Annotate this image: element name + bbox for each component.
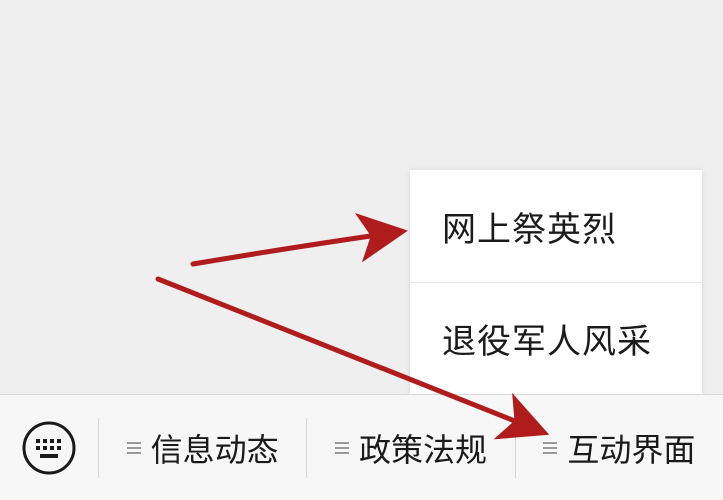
submenu-item-label: 退役军人风采: [442, 322, 652, 362]
submenu-item-online-tribute[interactable]: 网上祭英烈: [410, 170, 702, 282]
menu-tab-label: 互动界面: [567, 431, 696, 469]
bottom-menu-bar: 信息动态 政策法规 互动界面: [0, 394, 723, 500]
menu-tab-interaction[interactable]: 互动界面: [516, 395, 723, 500]
menu-lines-icon: [334, 442, 349, 454]
menu-tab-label: 信息动态: [150, 431, 279, 469]
chat-screen: 网上祭英烈 退役军人风采 信息动态 政策法规 互动界面: [0, 0, 723, 500]
submenu-item-veterans-showcase[interactable]: 退役军人风采: [410, 282, 702, 394]
menu-tab-news[interactable]: 信息动态: [99, 395, 306, 500]
menu-tab-policies[interactable]: 政策法规: [307, 395, 514, 500]
keyboard-icon: [22, 421, 76, 475]
menu-tab-label: 政策法规: [358, 431, 487, 469]
submenu-popup: 网上祭英烈 退役军人风采: [410, 170, 702, 394]
menu-lines-icon: [543, 442, 558, 454]
keyboard-toggle-button[interactable]: [0, 395, 98, 500]
annotation-arrow-upper: [190, 212, 408, 267]
submenu-item-label: 网上祭英烈: [442, 209, 617, 250]
menu-lines-icon: [126, 442, 141, 454]
